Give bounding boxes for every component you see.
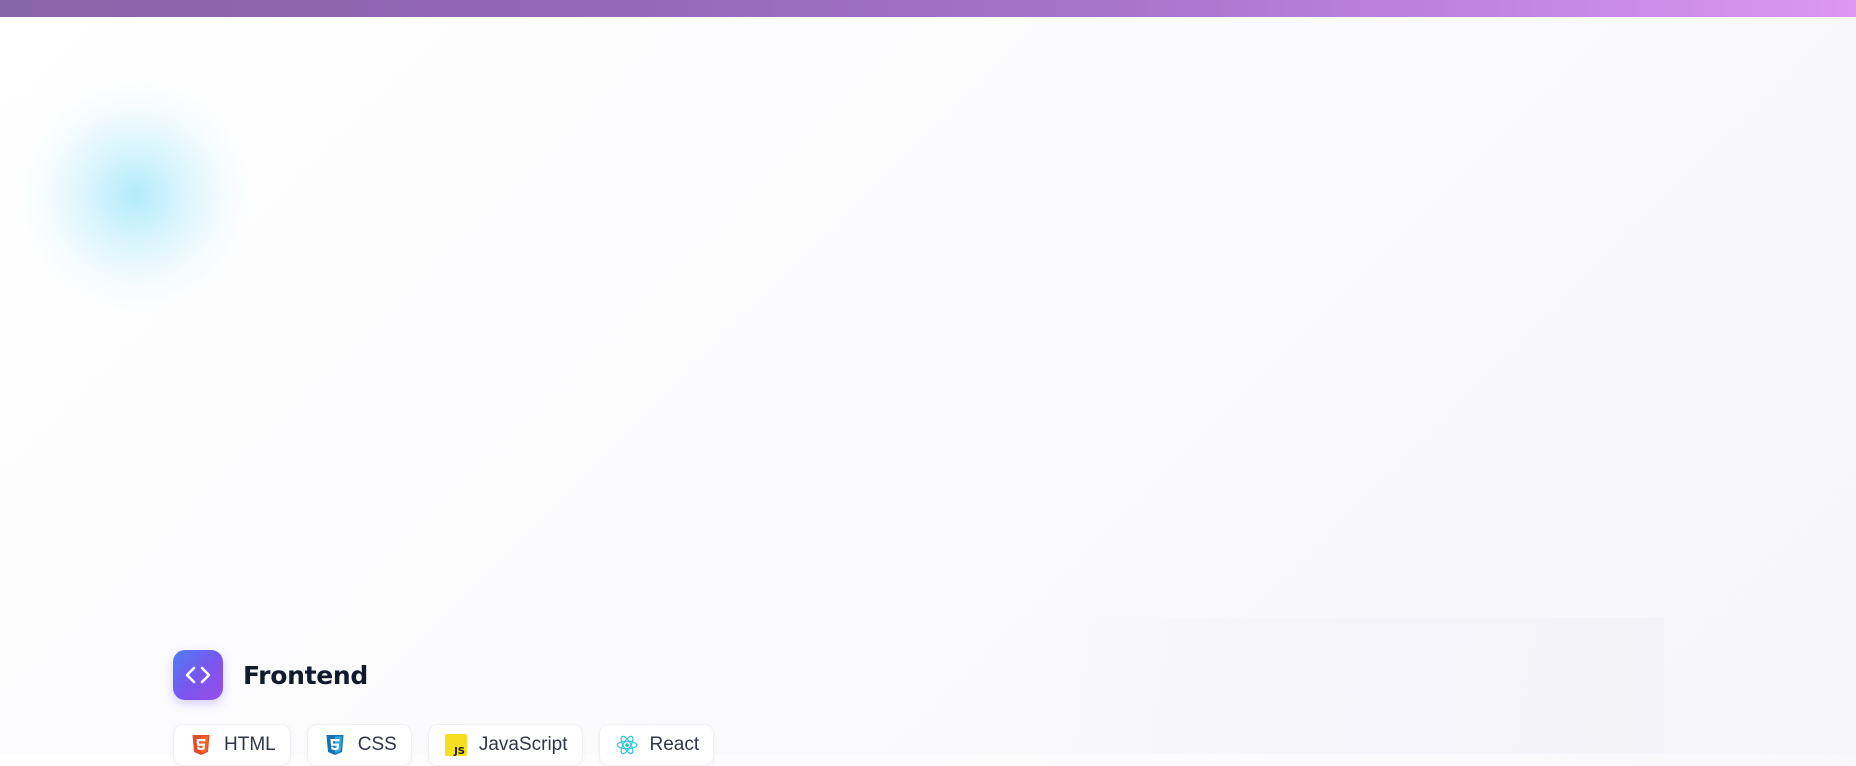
section-title: Frontend — [243, 660, 368, 690]
skill-chip-label: JavaScript — [478, 734, 568, 755]
section-header: Frontend — [173, 650, 368, 700]
svg-text:JS: JS — [453, 746, 465, 756]
skill-chip-label: CSS — [357, 734, 397, 755]
code-brackets-icon — [173, 650, 223, 700]
javascript-icon: JS — [444, 733, 467, 757]
skill-chip-label: HTML — [224, 734, 276, 755]
react-icon — [616, 733, 638, 757]
skill-chip-javascript[interactable]: JS JavaScript — [427, 724, 583, 766]
html5-icon — [190, 733, 212, 757]
decorative-glow-blob — [20, 80, 250, 310]
skill-chip-label: React — [649, 734, 700, 755]
css3-icon — [324, 733, 346, 757]
skill-chip-css[interactable]: CSS — [306, 724, 412, 766]
skill-chip-html[interactable]: HTML — [173, 724, 291, 766]
decorative-background-panel — [1060, 618, 1664, 754]
skill-chip-list: HTML CSS JS JavaScript React — [173, 724, 715, 766]
frontend-skills-section: Frontend HTML CSS JS JavaScript React — [173, 650, 715, 766]
top-gradient-bar — [0, 0, 1856, 17]
skill-chip-react[interactable]: React — [598, 724, 715, 766]
